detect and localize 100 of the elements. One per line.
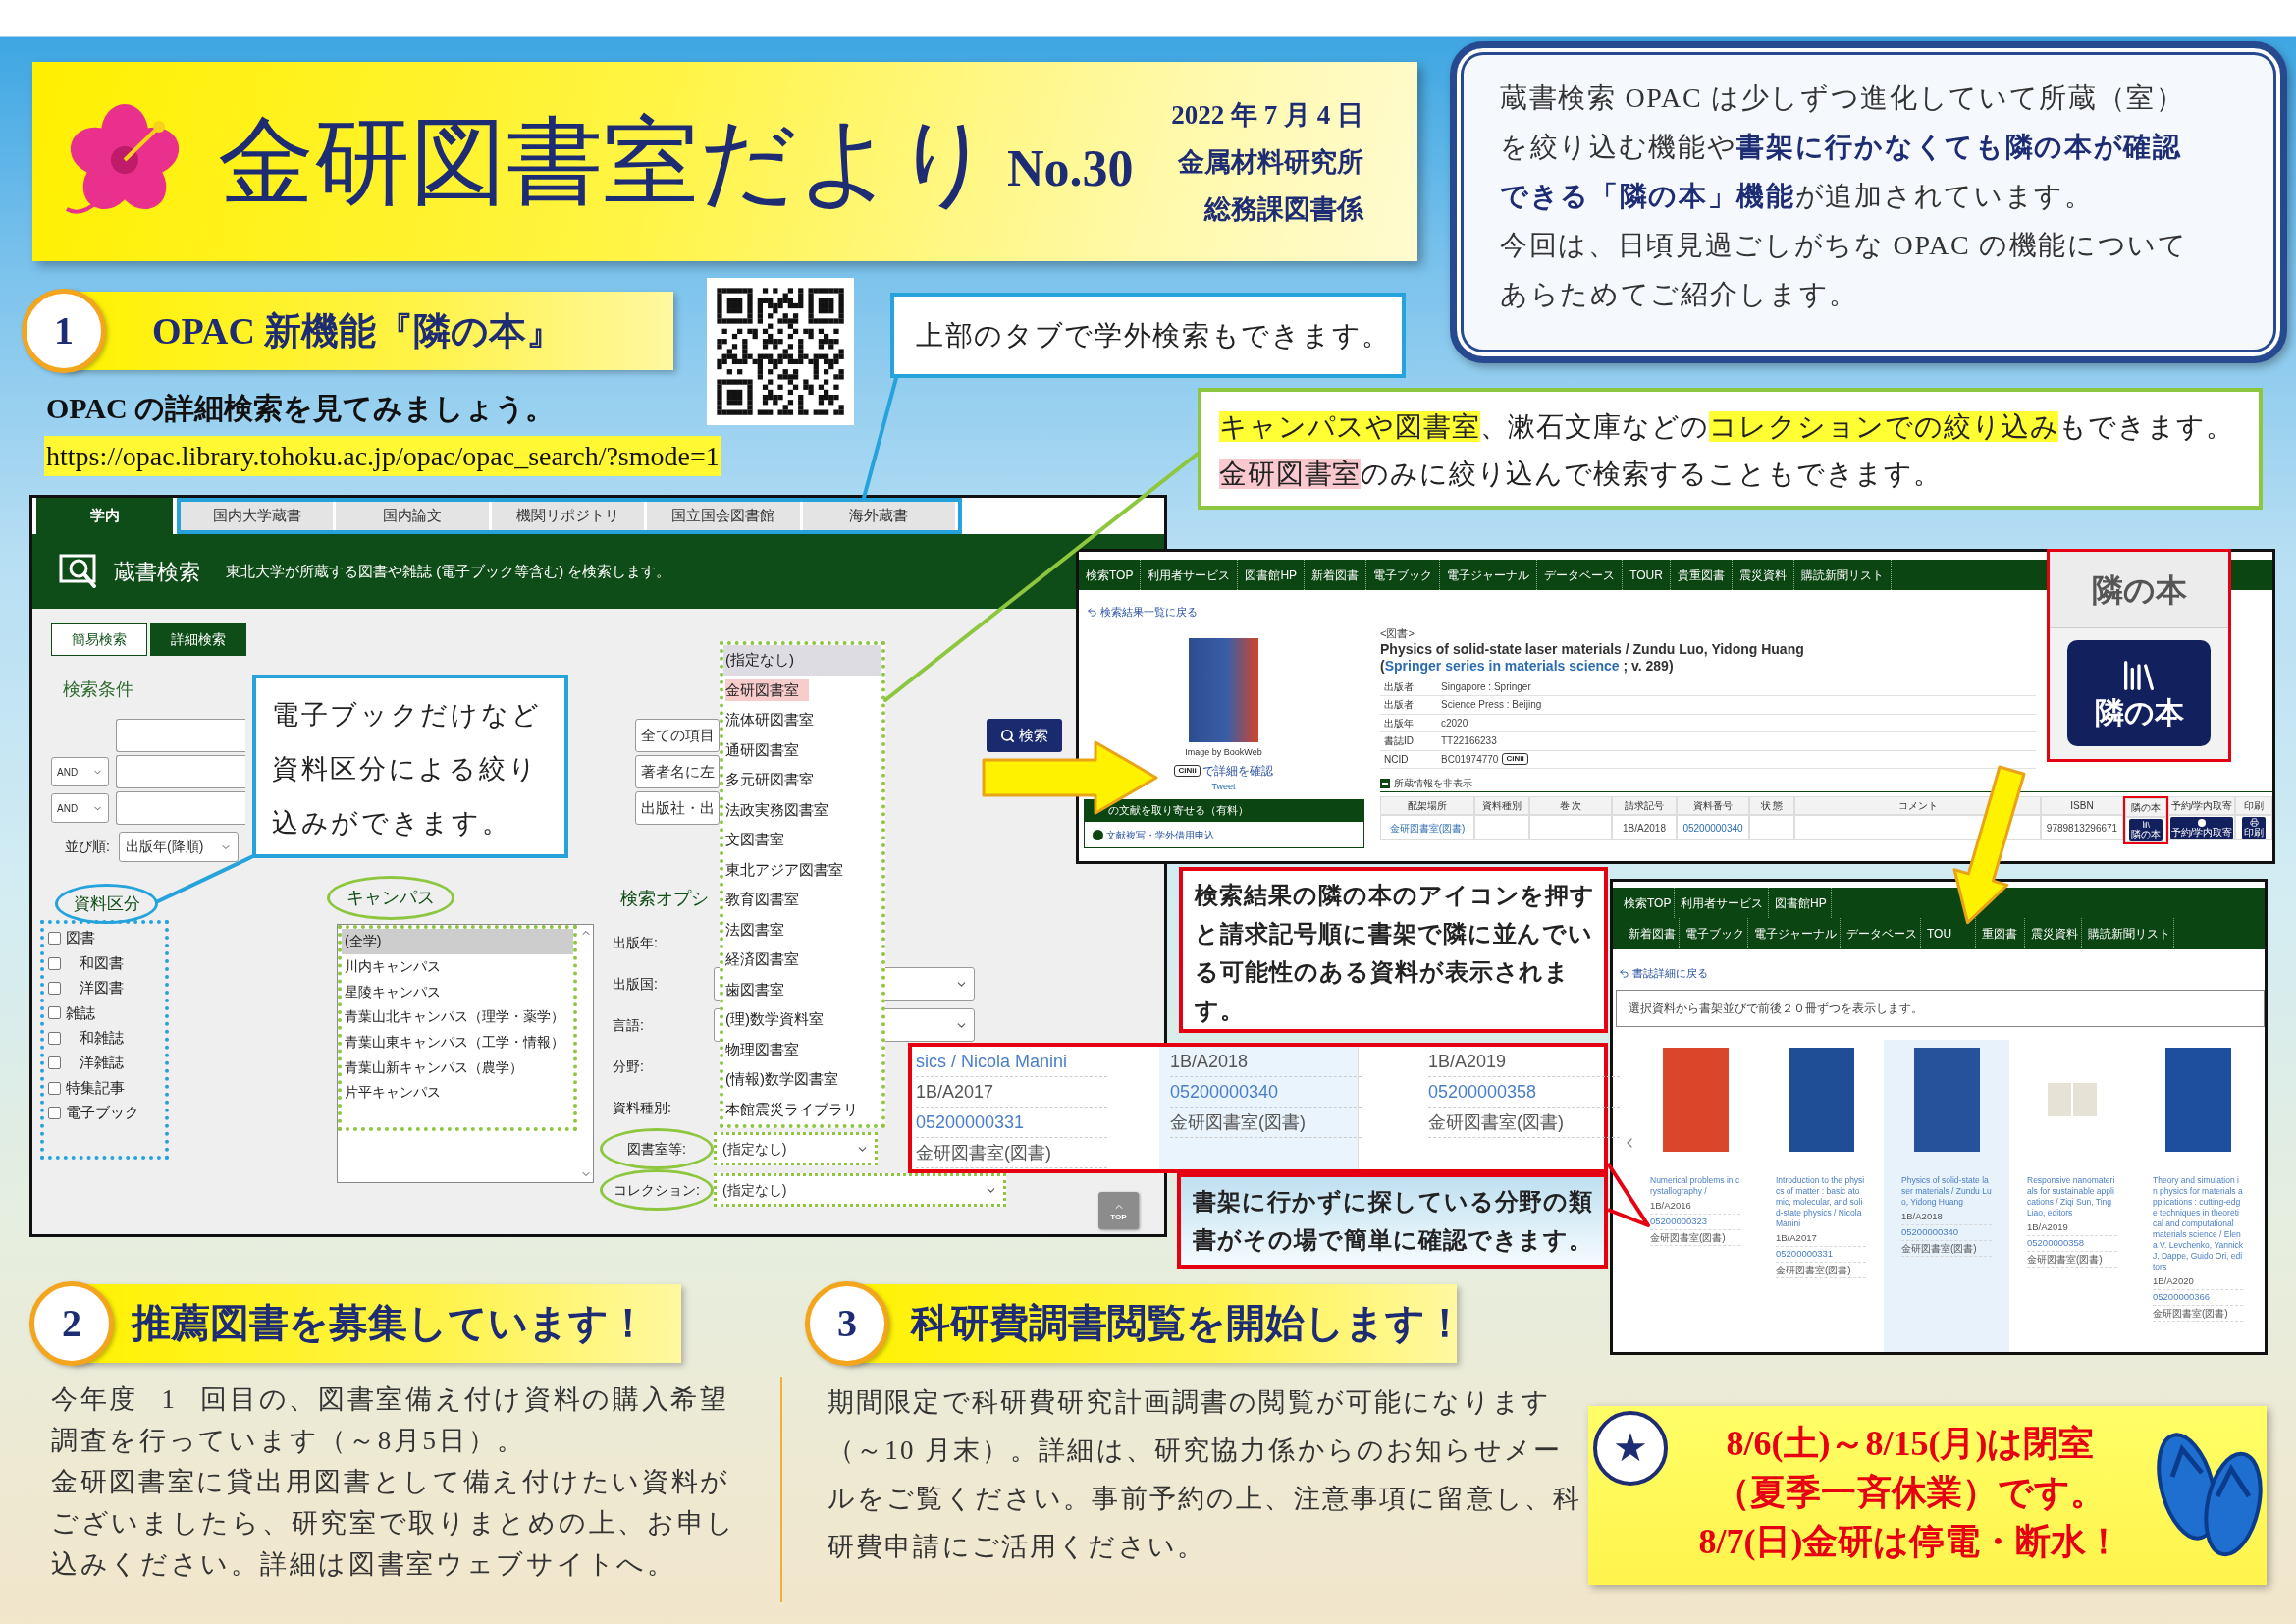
- dropdown-option[interactable]: 文図書室: [723, 825, 881, 855]
- tab[interactable]: 国立国会図書館: [647, 502, 803, 530]
- nav-link[interactable]: 貴重図書: [1670, 560, 1733, 590]
- item-id-link[interactable]: 05200000331: [1776, 1246, 1866, 1263]
- text-input[interactable]: [116, 755, 245, 788]
- book-title-link[interactable]: Numerical problems in crystallography /: [1650, 1174, 1740, 1197]
- list-option[interactable]: 青葉山新キャンパス（農学）: [342, 1055, 573, 1081]
- tab[interactable]: 学内: [36, 498, 173, 534]
- dropdown-option[interactable]: 法政実務図書室: [723, 794, 881, 825]
- book-title-link[interactable]: sics / Nicola Manini: [916, 1047, 1107, 1077]
- text-input[interactable]: [116, 791, 245, 825]
- tweet-link[interactable]: Tweet: [1211, 781, 1236, 794]
- dropdown-option[interactable]: 法図書室: [723, 914, 881, 945]
- list-option[interactable]: 片平キャンパス: [342, 1080, 573, 1106]
- action-button[interactable]: 隣の本: [2129, 818, 2163, 841]
- cinii-badge[interactable]: CiNii: [1502, 753, 1528, 766]
- nav-link[interactable]: 新着図書: [1305, 560, 1367, 590]
- nav-link[interactable]: 電子ジャーナル: [1440, 560, 1538, 590]
- nav-link[interactable]: 図書館HP: [1238, 560, 1306, 590]
- list-option[interactable]: 青葉山北キャンパス（理学・薬学）: [342, 1004, 573, 1030]
- dropdown-option[interactable]: 金研図書室: [723, 675, 881, 705]
- field-select[interactable]: 出版社・出: [635, 791, 720, 825]
- nav-link[interactable]: 購読新聞リスト: [1793, 560, 1892, 590]
- item-id-link[interactable]: 05200000340: [1170, 1077, 1362, 1108]
- nav-link[interactable]: TOUR: [1623, 560, 1671, 590]
- checkbox[interactable]: [48, 1006, 61, 1020]
- nav-link[interactable]: 電子ブック: [1680, 918, 1748, 948]
- nav-link[interactable]: 図書館HP: [1769, 888, 1832, 918]
- list-option[interactable]: 星陵キャンパス: [342, 979, 573, 1005]
- nav-link[interactable]: 震災資料: [1732, 560, 1794, 590]
- dropdown-menu[interactable]: (指定なし) 金研図書室 流体研図書室 通研図書室 多元研図書室 法政実務図書室 文図書室 東北アジア図書室 教育図書室 法図書室 経済図書室 歯図書室 (理)数学資料室 物理図書室 (情報)数学図書室 本館震災ライブラリ: [720, 641, 885, 1128]
- nav-link[interactable]: 新着図書: [1623, 918, 1680, 948]
- item-id-link[interactable]: 05200000358: [2027, 1235, 2117, 1252]
- dropdown-option[interactable]: 通研図書室: [723, 734, 881, 765]
- nav-link[interactable]: 購読新聞リスト: [2082, 918, 2174, 948]
- field-select[interactable]: 全ての項目: [635, 719, 720, 752]
- sort-select[interactable]: 出版年(降順): [119, 832, 239, 862]
- select-field[interactable]: (指定なし): [714, 1132, 878, 1165]
- nav-link[interactable]: 利用者サービス: [1141, 560, 1239, 590]
- dropdown-option[interactable]: (指定なし): [723, 645, 881, 676]
- book-title-link[interactable]: Introduction to the physics of matter : basic atomic, molecular, and solid-state physics / Nicola Manini: [1776, 1174, 1866, 1229]
- list-option[interactable]: 青葉山東キャンパス（工学・情報）: [342, 1029, 573, 1056]
- list-option[interactable]: 川内キャンパス: [342, 953, 573, 980]
- nav-link[interactable]: データベース: [1841, 918, 1921, 948]
- dropdown-option[interactable]: 東北アジア図書室: [723, 854, 881, 885]
- checkbox[interactable]: [48, 932, 61, 946]
- dropdown-option[interactable]: 歯図書室: [723, 974, 881, 1004]
- item-id-link[interactable]: 05200000323: [1650, 1214, 1740, 1230]
- checkbox[interactable]: [48, 1081, 61, 1095]
- neighbor-books-button[interactable]: 隣の本: [2067, 640, 2211, 746]
- dropdown-option[interactable]: 本館震災ライブラリ: [723, 1094, 881, 1124]
- series-link[interactable]: Springer series in materials science: [1384, 657, 1620, 674]
- checkbox[interactable]: [48, 1106, 61, 1119]
- order-link[interactable]: 文献複写・学外借用申込: [1093, 827, 1214, 842]
- book-title-link[interactable]: Responsive nanomaterials for sustainable applications / Ziqi Sun, Ting Liao, editors: [2027, 1174, 2117, 1218]
- nav-link[interactable]: 電子ブック: [1366, 560, 1441, 590]
- tab[interactable]: 国内論文: [336, 502, 492, 530]
- back-link[interactable]: 検索結果一覧に戻る: [1087, 604, 1198, 621]
- operator-select[interactable]: AND: [51, 757, 109, 786]
- mode-tab[interactable]: 詳細検索: [150, 623, 246, 656]
- book-title-link[interactable]: Physics of solid-state laser materials / Zundu Luo, Yidong Huang: [1901, 1174, 1992, 1208]
- nav-link[interactable]: 利用者サービス: [1675, 888, 1769, 918]
- item-id-link[interactable]: 05200000340: [1901, 1224, 1992, 1241]
- item-id-link[interactable]: 05200000366: [2153, 1289, 2243, 1306]
- collapse-icon[interactable]: [1380, 778, 1390, 788]
- dropdown-option[interactable]: 多元研図書室: [723, 765, 881, 795]
- checkbox[interactable]: [48, 1056, 61, 1070]
- operator-select[interactable]: AND: [51, 793, 109, 823]
- nav-link[interactable]: 重図書: [1976, 918, 2025, 948]
- checkbox[interactable]: [48, 1031, 61, 1045]
- nav-link[interactable]: 電子ジャーナル: [1748, 918, 1841, 948]
- field-select[interactable]: 著者名に左: [635, 755, 720, 788]
- dropdown-option[interactable]: (情報)数学図書室: [723, 1064, 881, 1095]
- nav-link[interactable]: 検索TOP: [1618, 888, 1675, 918]
- detail-link[interactable]: で詳細を確認: [1201, 762, 1273, 780]
- print-button[interactable]: 印刷: [2242, 816, 2266, 839]
- back-link[interactable]: 書誌詳細に戻る: [1619, 965, 1708, 982]
- toggle-link[interactable]: 所蔵情報を非表示: [1394, 776, 1472, 790]
- checkbox[interactable]: [48, 981, 61, 995]
- item-id-link[interactable]: 05200000331: [916, 1108, 1107, 1138]
- item-id-link[interactable]: 05200000358: [1428, 1077, 1620, 1108]
- dropdown-option[interactable]: 物理図書室: [723, 1034, 881, 1064]
- dropdown-option[interactable]: 流体研図書室: [723, 705, 881, 735]
- nav-link[interactable]: データベース: [1537, 560, 1624, 590]
- search-button[interactable]: 検索: [987, 719, 1062, 752]
- section-number-badge: 3: [805, 1281, 889, 1366]
- dropdown-option[interactable]: 経済図書室: [723, 945, 881, 975]
- mode-tab[interactable]: 簡易検索: [51, 623, 147, 656]
- action-button[interactable]: 予約/学内取寄: [2169, 816, 2234, 839]
- book-title-link[interactable]: Theory and simulation in physics for materials applications : cutting-edge techniques in theoretical and computational materials science / Elena V. Levchenko, Yannick J. Dappe, Guido Ori, editors: [2153, 1174, 2243, 1272]
- campus-list[interactable]: (全学) 川内キャンパス 星陵キャンパス 青葉山北キャンパス（理学・薬学） 青葉山東キャンパス（工学・情報） 青葉山新キャンパス（農学） 片平キャンパス: [337, 924, 594, 1183]
- cinii-badge[interactable]: CiNii: [1174, 765, 1201, 777]
- list-option[interactable]: (全学): [342, 929, 573, 954]
- nav-link[interactable]: 震災資料: [2025, 918, 2082, 948]
- select-field[interactable]: (指定なし): [714, 1173, 1006, 1207]
- dropdown-option[interactable]: 教育図書室: [723, 885, 881, 915]
- checkbox[interactable]: [48, 956, 61, 970]
- text-input[interactable]: [116, 719, 245, 752]
- nav-link[interactable]: 検索TOP: [1079, 560, 1142, 590]
- dropdown-option[interactable]: (理)数学資料室: [723, 1004, 881, 1035]
